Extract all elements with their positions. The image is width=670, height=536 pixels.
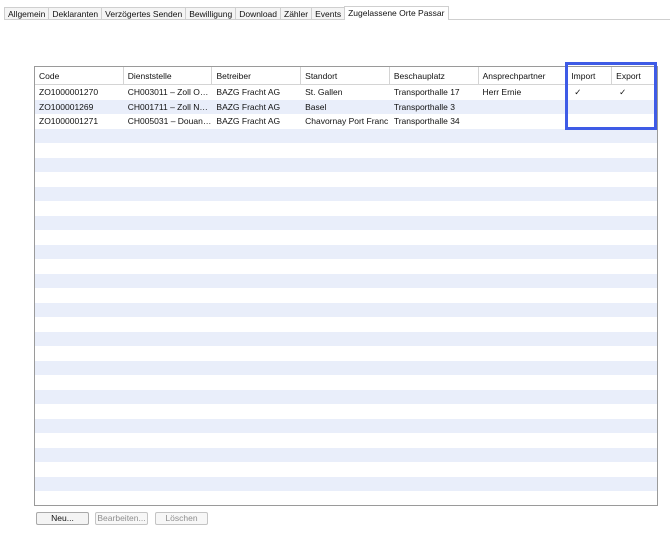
column-header-code[interactable]: Code xyxy=(35,67,124,85)
export-check-icon xyxy=(612,114,657,129)
cell-betreiber: BAZG Fracht AG xyxy=(216,101,281,112)
export-check-icon: ✓ xyxy=(619,87,627,97)
cell-dienststelle: CH001711 – Zoll Nor... xyxy=(127,101,213,112)
table-header: Code Dienststelle Betreiber Standort Bes… xyxy=(35,67,657,85)
table-body: ZO1000001270 CH003011 – Zoll Ost ... BAZ… xyxy=(35,85,657,505)
empty-row xyxy=(35,360,657,375)
column-header-export[interactable]: Export xyxy=(612,67,657,85)
column-header-import[interactable]: Import xyxy=(567,67,613,85)
cell-standort: St. Gallen xyxy=(305,87,343,97)
cell-betreiber: BAZG Fracht AG xyxy=(216,116,281,126)
table-row[interactable]: ZO100001269 CH001711 – Zoll Nor... BAZG … xyxy=(35,99,657,115)
tab-zugelassene-orte-passar[interactable]: Zugelassene Orte Passar xyxy=(344,6,449,20)
import-check-icon xyxy=(567,100,612,115)
tab-divider xyxy=(4,19,670,20)
cell-standort: Chavornay Port Franc xyxy=(305,116,389,126)
empty-row xyxy=(35,128,657,143)
import-check-icon: ✓ xyxy=(574,87,582,97)
empty-row xyxy=(35,476,657,491)
cell-ansprechpartner: Herr Ernie xyxy=(482,87,522,97)
empty-rows xyxy=(35,128,657,507)
column-header-betreiber[interactable]: Betreiber xyxy=(212,67,302,85)
empty-row xyxy=(35,447,657,462)
empty-row xyxy=(35,273,657,288)
empty-row xyxy=(35,172,657,187)
empty-row xyxy=(35,346,657,361)
empty-row xyxy=(35,317,657,332)
cell-beschauplatz: Transporthalle 3 xyxy=(393,101,455,112)
empty-row xyxy=(35,215,657,230)
empty-row xyxy=(35,302,657,317)
empty-row xyxy=(35,462,657,477)
table-row[interactable]: ZO1000001270 CH003011 – Zoll Ost ... BAZ… xyxy=(35,85,657,100)
delete-button[interactable]: Löschen xyxy=(155,512,208,525)
export-check-icon xyxy=(612,100,657,115)
empty-row xyxy=(35,244,657,259)
cell-code: ZO100001269 xyxy=(39,101,94,112)
empty-row xyxy=(35,230,657,245)
empty-row xyxy=(35,157,657,172)
empty-row xyxy=(35,186,657,201)
empty-row xyxy=(35,389,657,404)
cell-standort: Basel xyxy=(305,101,327,112)
cell-ansprechpartner xyxy=(479,100,568,115)
empty-row xyxy=(35,418,657,433)
cell-code: ZO1000001270 xyxy=(39,87,99,97)
empty-row xyxy=(35,375,657,390)
column-header-dienststelle[interactable]: Dienststelle xyxy=(124,67,213,85)
import-check-icon xyxy=(567,114,612,129)
locations-table[interactable]: Code Dienststelle Betreiber Standort Bes… xyxy=(34,66,658,506)
cell-ansprechpartner xyxy=(479,114,568,129)
cell-dienststelle: CH003011 – Zoll Ost ... xyxy=(127,87,213,97)
column-header-ansprechpartner[interactable]: Ansprechpartner xyxy=(479,67,568,85)
empty-row xyxy=(35,288,657,303)
empty-row xyxy=(35,201,657,216)
column-header-standort[interactable]: Standort xyxy=(301,67,390,85)
cell-dienststelle: CH005031 – Douane ... xyxy=(127,116,213,126)
empty-row xyxy=(35,143,657,158)
edit-button[interactable]: Bearbeiten... xyxy=(95,512,148,525)
column-header-beschauplatz[interactable]: Beschauplatz xyxy=(390,67,479,85)
cell-code: ZO1000001271 xyxy=(39,116,99,126)
empty-row xyxy=(35,506,657,507)
cell-beschauplatz: Transporthalle 34 xyxy=(393,116,460,126)
empty-row xyxy=(35,404,657,419)
cell-beschauplatz: Transporthalle 17 xyxy=(393,87,460,97)
tab-bar: Allgemein Deklaranten Verzögertes Senden… xyxy=(4,6,449,20)
empty-row xyxy=(35,259,657,274)
table-row[interactable]: ZO1000001271 CH005031 – Douane ... BAZG … xyxy=(35,114,657,129)
empty-row xyxy=(35,433,657,448)
empty-row xyxy=(35,331,657,346)
new-button[interactable]: Neu... xyxy=(36,512,89,525)
empty-row xyxy=(35,491,657,505)
cell-betreiber: BAZG Fracht AG xyxy=(216,87,281,97)
